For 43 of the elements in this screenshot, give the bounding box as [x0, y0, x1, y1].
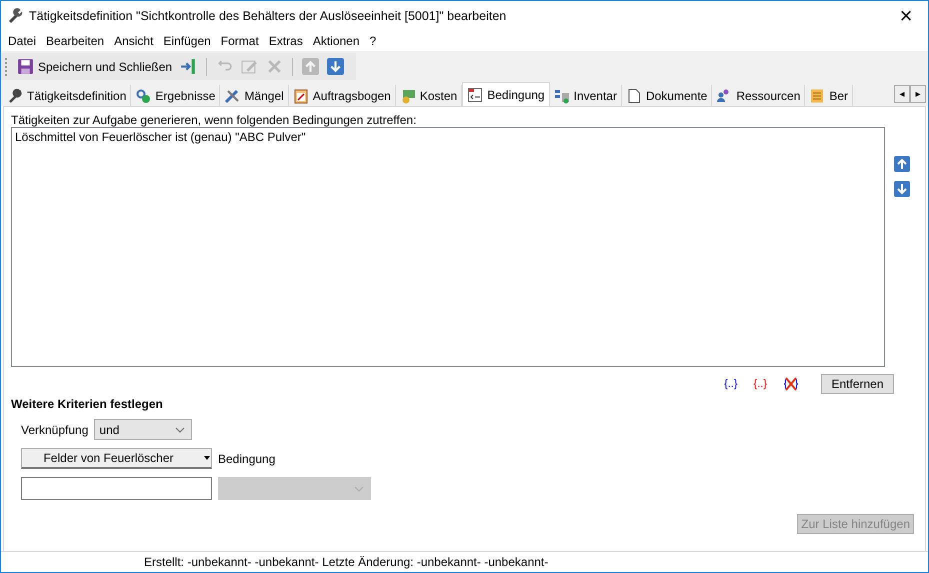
wrench-icon [8, 8, 24, 24]
bracket-button[interactable]: {..} [720, 378, 742, 390]
move-down-button[interactable] [325, 56, 346, 78]
status-text: Erstellt: -unbekannt- -unbekannt- Letzte Änderung: -unbekannt- -unbekannt- [144, 555, 548, 569]
link-label: Verknüpfung [21, 422, 88, 436]
chain-check-icon [135, 88, 152, 104]
chevron-down-icon [354, 486, 364, 492]
menu-item[interactable]: ? [364, 31, 382, 51]
move-down-icon[interactable] [894, 181, 910, 197]
clipboard-icon [292, 88, 309, 104]
condition-item[interactable]: Löschmittel von Feuerlöscher ist (genau) "ABC Pulver" [15, 130, 881, 144]
condition-label: Bedingung [218, 452, 276, 466]
chevron-down-icon [175, 426, 186, 432]
tools-icon [224, 88, 240, 104]
table-icon [467, 86, 484, 102]
tab-scroll-button[interactable]: ▸ [910, 85, 926, 103]
conditions-label: Tätigkeiten zur Aufgabe generieren, wenn folgenden Bedingungen zutreffen: [11, 113, 418, 127]
menu-item[interactable]: Ansicht [109, 31, 158, 51]
close-button[interactable]: × [884, 1, 928, 31]
tab-scroll-button[interactable]: ◂ [894, 85, 910, 103]
document-icon [626, 88, 642, 104]
menu-item[interactable]: Datei [3, 31, 42, 51]
menu-item[interactable]: Extras [264, 31, 308, 51]
money-icon [400, 88, 416, 104]
inventory-icon [554, 88, 570, 104]
window-title: Tätigkeitsdefinition "Sichtkontrolle des Behälters der Auslöseeinheit [5001]" bearbeiten [29, 9, 508, 23]
save-close-button[interactable]: Speichern und Schließen [15, 56, 174, 78]
section-heading: Weitere Kriterien festlegen [11, 397, 164, 413]
tab[interactable]: Bedingung [462, 82, 550, 106]
caret-icon [204, 456, 210, 460]
notes-icon [809, 88, 826, 104]
remove-button[interactable]: Entfernen [821, 374, 894, 394]
menu-item[interactable]: Einfügen [158, 31, 216, 51]
link-dropdown[interactable]: und [94, 419, 192, 440]
value-field[interactable] [21, 477, 212, 500]
menu-item[interactable]: Bearbeiten [41, 31, 110, 51]
fields-dropdown-button[interactable]: Felder von Feuerlöscher [21, 448, 212, 469]
remove-brackets-icon[interactable] [783, 376, 799, 392]
menu-item[interactable]: Format [216, 31, 264, 51]
menu-item[interactable]: Aktionen [308, 31, 365, 51]
move-up-icon[interactable] [894, 156, 910, 172]
bracket-button[interactable]: {..} [750, 378, 771, 390]
wrench-icon [7, 88, 23, 104]
